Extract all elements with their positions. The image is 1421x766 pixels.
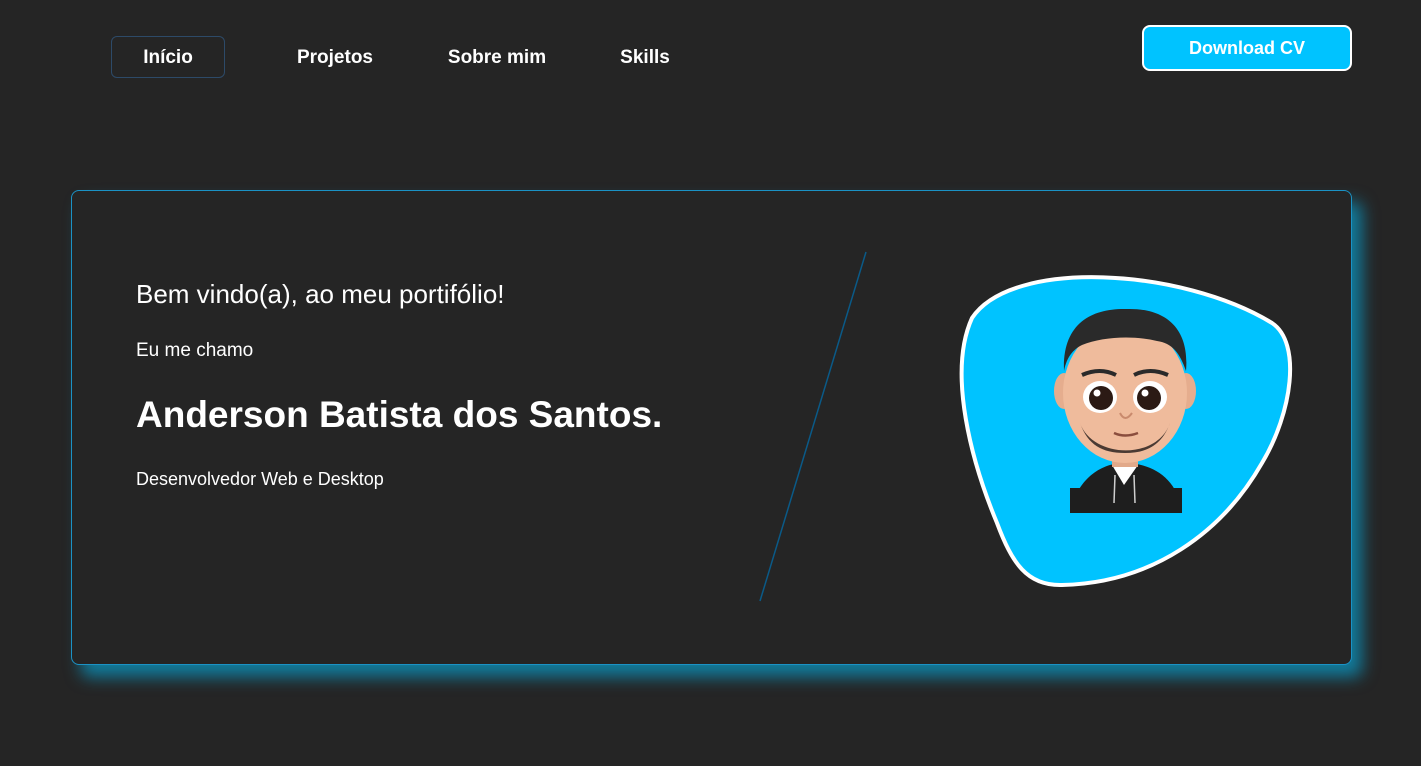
avatar-blob <box>959 275 1293 588</box>
hero-intro: Eu me chamo <box>136 340 254 361</box>
nav-item-skills[interactable]: Skills <box>614 37 676 79</box>
diagonal-divider <box>759 251 867 602</box>
nav-item-projetos[interactable]: Projetos <box>290 37 380 79</box>
nav-item-sobre-mim[interactable]: Sobre mim <box>440 37 554 79</box>
hero-card: Bem vindo(a), ao meu portifólio! Eu me c… <box>71 190 1352 665</box>
download-cv-button[interactable]: Download CV <box>1142 25 1352 71</box>
hero-role: Desenvolvedor Web e Desktop <box>136 469 384 489</box>
hero-name: Anderson Batista dos Santos. <box>136 394 663 435</box>
main-nav: Início Projetos Sobre mim Skills Downloa… <box>0 0 1421 110</box>
portfolio-page: Início Projetos Sobre mim Skills Downloa… <box>0 0 1421 766</box>
hero-greeting: Bem vindo(a), ao meu portifólio! <box>136 279 505 309</box>
nav-item-inicio[interactable]: Início <box>111 36 225 78</box>
